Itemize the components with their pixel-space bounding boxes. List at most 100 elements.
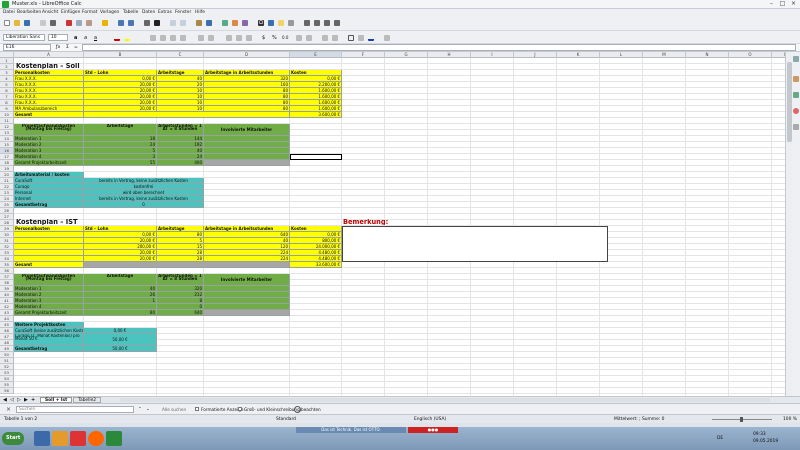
clone-formatting-icon[interactable]: [102, 20, 108, 26]
table-header[interactable]: Involvierte Mitarbeiter: [204, 274, 290, 286]
table-header[interactable]: Involvierte Mitarbeiter: [204, 124, 290, 136]
firefox-taskbar-icon[interactable]: [88, 431, 104, 446]
chart-icon[interactable]: [232, 20, 238, 26]
find-replace-icon[interactable]: [144, 20, 150, 26]
column-header[interactable]: M: [643, 52, 686, 58]
maximize-button[interactable]: □: [777, 0, 788, 8]
export-pdf-icon[interactable]: [40, 20, 46, 26]
total-label[interactable]: Gesamt Projektarbeitszeit: [14, 310, 84, 316]
add-decimal-icon[interactable]: [296, 35, 302, 41]
column-header[interactable]: J: [514, 52, 557, 58]
align-top-icon[interactable]: [226, 35, 232, 41]
input-language[interactable]: DE: [717, 436, 723, 441]
ad-banner[interactable]: Das ist Technik. Das ist OTTO.: [296, 427, 406, 433]
horizontal-scrollbar[interactable]: [120, 398, 770, 402]
menu-datei[interactable]: Datei: [3, 10, 15, 15]
total-value[interactable]: 3.600,00 €: [290, 112, 342, 118]
total-label[interactable]: Gesamt Projektarbeitszeit: [14, 160, 84, 166]
total-label[interactable]: Gesamtbetrag: [14, 346, 84, 352]
currency-format-icon[interactable]: $: [262, 35, 268, 41]
find-prev-icon[interactable]: ⌃: [138, 407, 142, 412]
column-header[interactable]: P: [772, 52, 785, 58]
table-header[interactable]: Arbeitstage: [84, 274, 157, 286]
gallery-icon[interactable]: [793, 92, 799, 98]
copy-icon[interactable]: [76, 20, 82, 26]
font-name-box[interactable]: Liberation Sans: [3, 34, 45, 41]
table-header[interactable]: Projektaufwandskosten (Montag bis Freita…: [14, 274, 84, 286]
hyperlink-icon[interactable]: [268, 20, 274, 26]
remarks-box[interactable]: [342, 226, 608, 262]
table-header[interactable]: Arbeitsstunden = 1 AT = 8 Stunden: [157, 274, 204, 286]
total-label[interactable]: Gesamt: [14, 262, 84, 268]
styles-icon[interactable]: [793, 76, 799, 82]
minimize-button[interactable]: –: [766, 0, 777, 8]
open-folder-icon[interactable]: [14, 20, 20, 26]
column-header[interactable]: D: [204, 52, 290, 58]
find-replace-dialog-icon[interactable]: [294, 406, 301, 413]
column-header[interactable]: N: [686, 52, 729, 58]
border-style-icon[interactable]: [358, 35, 364, 41]
increase-indent-icon[interactable]: [322, 35, 328, 41]
menu-hilfe[interactable]: Hilfe: [195, 10, 205, 15]
total-value[interactable]: 640: [157, 310, 204, 316]
sort-icon[interactable]: [196, 20, 202, 26]
font-size-box[interactable]: 10: [48, 34, 68, 41]
align-right-icon[interactable]: [170, 35, 176, 41]
image-icon[interactable]: [222, 20, 228, 26]
percent-format-icon[interactable]: %: [272, 35, 278, 41]
column-header[interactable]: G: [385, 52, 428, 58]
language-status[interactable]: Englisch (USA): [414, 417, 446, 422]
formula-input[interactable]: [82, 44, 796, 51]
wrap-text-icon[interactable]: [198, 35, 204, 41]
menu-bearbeiten[interactable]: Bearbeiten: [17, 10, 41, 15]
menu-vorlagen[interactable]: Vorlagen: [100, 10, 119, 15]
freeze-rows-icon[interactable]: [314, 20, 320, 26]
align-bottom-icon[interactable]: [246, 35, 252, 41]
total-value[interactable]: 0: [84, 202, 204, 208]
merge-center-icon[interactable]: [208, 35, 214, 41]
table-cell[interactable]: [204, 160, 290, 166]
redo-icon[interactable]: [128, 20, 134, 26]
table-cell[interactable]: [84, 112, 290, 118]
save-icon[interactable]: [24, 20, 30, 26]
delete-decimal-icon[interactable]: [306, 35, 312, 41]
table-cell[interactable]: [84, 262, 290, 268]
zoom-slider-handle[interactable]: [740, 417, 743, 422]
formula-icon[interactable]: =: [74, 45, 78, 50]
column-header[interactable]: H: [428, 52, 471, 58]
function-wizard-icon[interactable]: ƒx: [56, 45, 60, 50]
table-cell[interactable]: Curaqo (1. Monat Kostenlos) pro Monat 50…: [14, 334, 84, 346]
menu-tabelle[interactable]: Tabelle: [123, 10, 138, 15]
name-box[interactable]: E16: [3, 44, 51, 51]
paste-icon[interactable]: [86, 20, 92, 26]
close-find-icon[interactable]: ×: [6, 406, 11, 413]
underline-icon[interactable]: a: [94, 35, 100, 41]
calc-taskbar-icon[interactable]: [106, 431, 122, 446]
navigator-icon[interactable]: [793, 108, 799, 114]
column-header[interactable]: E: [290, 52, 342, 58]
number-format-icon[interactable]: 0.0: [282, 35, 288, 41]
find-all-button[interactable]: Alle suchen: [162, 407, 186, 412]
column-icon[interactable]: [180, 20, 186, 26]
autofilter-icon[interactable]: [206, 20, 212, 26]
menu-fenster[interactable]: Fenster: [175, 10, 191, 15]
menu-einfuegen[interactable]: Einfügen: [61, 10, 80, 15]
border-color-icon[interactable]: [368, 35, 374, 41]
total-label[interactable]: Gesamt: [14, 112, 84, 118]
total-label[interactable]: Gesamtbetrag: [14, 202, 84, 208]
decrease-indent-icon[interactable]: [332, 35, 338, 41]
new-document-icon[interactable]: [4, 20, 10, 26]
column-header[interactable]: F: [342, 52, 385, 58]
selected-cell[interactable]: [290, 154, 342, 160]
match-case-checkbox[interactable]: [238, 407, 242, 411]
find-next-icon[interactable]: ⌄: [146, 407, 150, 412]
find-input[interactable]: Suchen: [16, 406, 134, 413]
spreadsheet-grid[interactable]: ABCDEFGHIJKLMNOP123456789101112131415161…: [0, 52, 785, 396]
column-header[interactable]: I: [471, 52, 514, 58]
start-button[interactable]: Start: [2, 432, 25, 445]
menu-extras[interactable]: Extras: [158, 10, 172, 15]
justify-icon[interactable]: [180, 35, 186, 41]
total-value[interactable]: 400: [157, 160, 204, 166]
bold-icon[interactable]: a: [74, 35, 80, 41]
font-color-icon[interactable]: [114, 35, 120, 41]
